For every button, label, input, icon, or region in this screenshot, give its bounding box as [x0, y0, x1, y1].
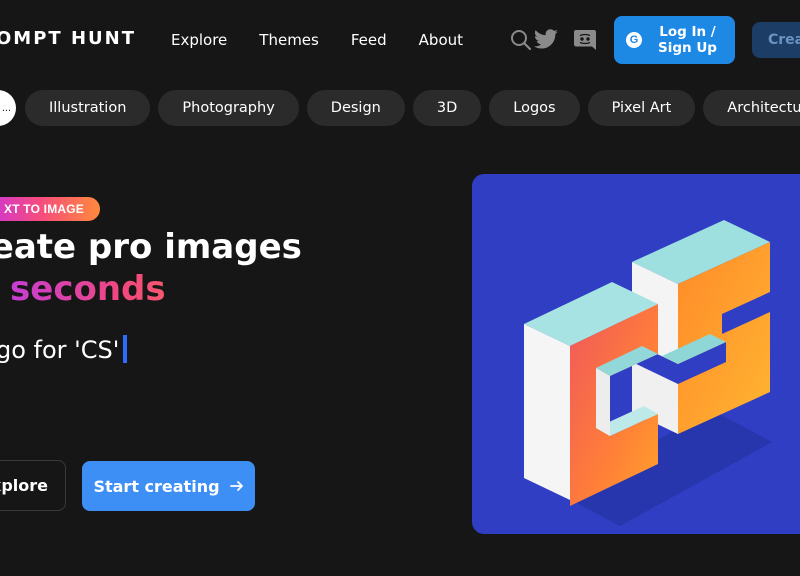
login-signup-button[interactable]: G Log In / Sign Up [614, 16, 735, 64]
google-icon: G [626, 32, 642, 48]
category-chips: Illustration Photography Design 3D Logos… [25, 90, 800, 126]
chip-logos[interactable]: Logos [489, 90, 580, 126]
brand-logo[interactable]: OMPT HUNT [0, 28, 136, 49]
search-icon[interactable] [507, 26, 535, 54]
chip-pixel-art[interactable]: Pixel Art [587, 90, 696, 126]
discord-icon[interactable] [571, 26, 599, 54]
hero-title: reate pro images n seconds [0, 226, 302, 310]
chip-architecture[interactable]: Architecture [703, 90, 800, 126]
nav-themes[interactable]: Themes [259, 31, 319, 49]
nav-about[interactable]: About [419, 31, 463, 49]
hero-image [472, 174, 800, 534]
hero-title-line2: n seconds [0, 268, 302, 310]
nav-explore[interactable]: Explore [171, 31, 227, 49]
typed-prompt-text: go for 'CS' [0, 336, 120, 364]
cs-logo-illustration [524, 220, 772, 526]
explore-button[interactable]: xplore [0, 460, 66, 511]
text-caret [123, 335, 128, 363]
main-nav: Explore Themes Feed About [171, 31, 463, 49]
login-label: Log In / Sign Up [658, 24, 717, 56]
chip-3d[interactable]: 3D [412, 90, 482, 126]
arrow-right-icon [229, 481, 243, 491]
chip-photography[interactable]: Photography [158, 90, 299, 126]
chip-illustration[interactable]: Illustration [25, 90, 151, 126]
page: OMPT HUNT Explore Themes Feed About G Lo… [0, 0, 800, 576]
chip-design[interactable]: Design [306, 90, 405, 126]
more-categories-button[interactable]: ... [0, 90, 16, 126]
start-creating-button[interactable]: Start creating [82, 461, 255, 511]
twitter-icon[interactable] [532, 26, 560, 54]
start-creating-label: Start creating [93, 476, 220, 496]
nav-feed[interactable]: Feed [351, 31, 387, 49]
hero-title-line1: reate pro images [0, 227, 302, 267]
create-button[interactable]: Crea [752, 22, 800, 58]
text-to-image-badge: XT TO IMAGE [0, 197, 100, 221]
typed-prompt: go for 'CS' [0, 335, 128, 364]
